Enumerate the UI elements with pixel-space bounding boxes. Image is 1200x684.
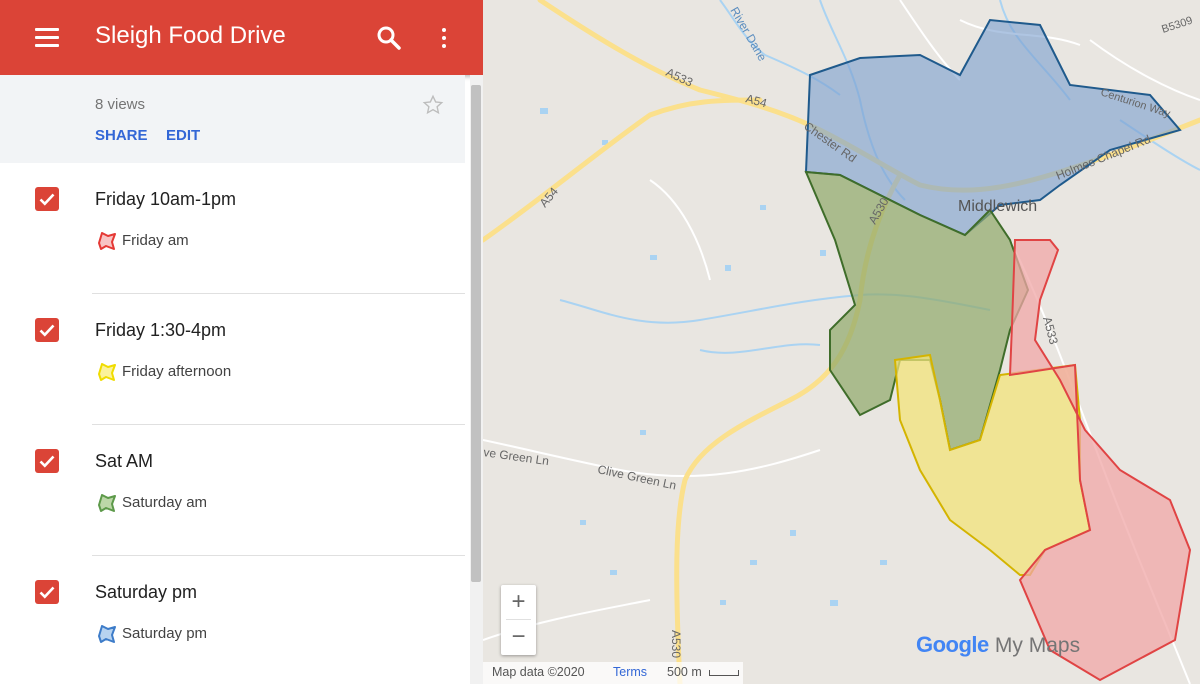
edit-button[interactable]: EDIT bbox=[166, 127, 200, 144]
scale-label: 500 m bbox=[667, 665, 702, 679]
scrollbar-thumb[interactable] bbox=[471, 85, 481, 582]
more-options-icon[interactable] bbox=[436, 25, 452, 51]
zoom-control: + − bbox=[501, 585, 536, 655]
layer-name: Friday 1:30-4pm bbox=[95, 320, 227, 340]
polygon-icon bbox=[98, 363, 116, 381]
search-icon[interactable] bbox=[376, 25, 402, 51]
polygon-icon bbox=[98, 494, 116, 512]
map-data-attribution: Map data ©2020 bbox=[492, 665, 585, 679]
layer-name: Saturday pm bbox=[95, 582, 198, 602]
road-label: A530 bbox=[669, 630, 683, 658]
polygon-icon bbox=[98, 625, 116, 643]
app-header: Sleigh Food Drive bbox=[0, 0, 483, 75]
star-icon[interactable] bbox=[422, 94, 444, 116]
layer-checkbox[interactable] bbox=[35, 318, 59, 342]
sidebar: Sleigh Food Drive 8 views SHARE EDIT Fri… bbox=[0, 0, 483, 684]
layer-friday-10am: Friday 10am-1pm Friday am bbox=[0, 163, 465, 294]
layer-checkbox[interactable] bbox=[35, 187, 59, 211]
layer-saturday-pm: Saturday pm Saturday pm bbox=[0, 556, 465, 684]
google-wordmark: Google bbox=[916, 632, 989, 657]
feature-name: Friday afternoon bbox=[122, 363, 232, 380]
scale-bar bbox=[709, 670, 739, 676]
feature-name: Friday am bbox=[122, 232, 189, 249]
attribution-bar: Map data ©2020 Terms 500 m bbox=[483, 662, 743, 684]
view-count: 8 views bbox=[95, 96, 146, 113]
place-label: Middlewich bbox=[958, 198, 1037, 215]
layer-checkbox[interactable] bbox=[35, 449, 59, 473]
polygon-icon bbox=[98, 232, 116, 250]
layer-friday-130pm: Friday 1:30-4pm Friday afternoon bbox=[0, 294, 465, 425]
zoom-in-button[interactable]: + bbox=[501, 585, 536, 619]
map-info-panel bbox=[0, 75, 465, 163]
share-button[interactable]: SHARE bbox=[95, 127, 148, 144]
layer-checkbox[interactable] bbox=[35, 580, 59, 604]
feature-name: Saturday pm bbox=[122, 625, 208, 642]
zoom-out-button[interactable]: − bbox=[501, 620, 536, 655]
my-maps-wordmark: My Maps bbox=[994, 634, 1081, 657]
layer-name: Friday 10am-1pm bbox=[95, 189, 237, 209]
google-my-maps-logo: Google My Maps bbox=[916, 632, 1080, 658]
terms-link[interactable]: Terms bbox=[613, 665, 647, 679]
map-canvas[interactable]: Middlewich A533 A54 A54 A530 A530 A533 C… bbox=[483, 0, 1200, 684]
feature-name: Saturday am bbox=[122, 494, 208, 511]
layer-sat-am: Sat AM Saturday am bbox=[0, 425, 465, 556]
menu-icon[interactable] bbox=[35, 26, 59, 48]
layer-name: Sat AM bbox=[95, 451, 154, 471]
map-title: Sleigh Food Drive bbox=[95, 22, 286, 49]
